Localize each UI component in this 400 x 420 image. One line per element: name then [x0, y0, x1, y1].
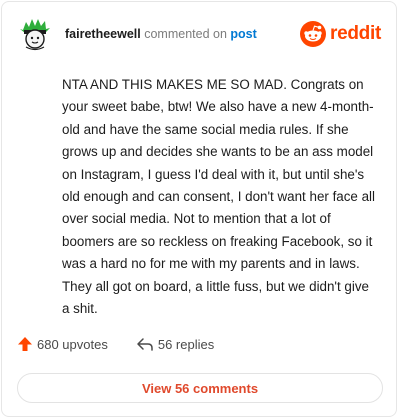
upvotes-count: 680 upvotes — [37, 336, 108, 352]
author-name[interactable]: fairetheewell — [65, 27, 141, 41]
reddit-snoo-icon — [300, 21, 327, 47]
replies-count: 56 replies — [157, 336, 215, 352]
action-text: commented on — [144, 27, 227, 41]
reddit-logo[interactable]: reddit — [300, 21, 381, 47]
reddit-wordmark: reddit — [330, 23, 381, 44]
avatar[interactable] — [17, 16, 53, 52]
comment-footer: 680 upvotes 56 replies — [17, 336, 214, 352]
view-comments-button[interactable]: View 56 comments — [17, 373, 383, 403]
byline: fairetheewell commented on post — [65, 27, 257, 41]
upvote-arrow-icon — [18, 337, 32, 351]
comment-card: fairetheewell commented on post reddit N… — [1, 1, 397, 417]
avatar-image — [17, 16, 53, 52]
reply-arrow-icon — [137, 338, 153, 351]
replies-stat[interactable]: 56 replies — [136, 336, 214, 352]
post-link[interactable]: post — [230, 27, 256, 41]
upvotes-stat[interactable]: 680 upvotes — [17, 336, 108, 352]
comment-body: NTA AND THIS MAKES ME SO MAD. Congrats o… — [62, 77, 375, 317]
comment-header: fairetheewell commented on post reddit — [17, 14, 381, 54]
